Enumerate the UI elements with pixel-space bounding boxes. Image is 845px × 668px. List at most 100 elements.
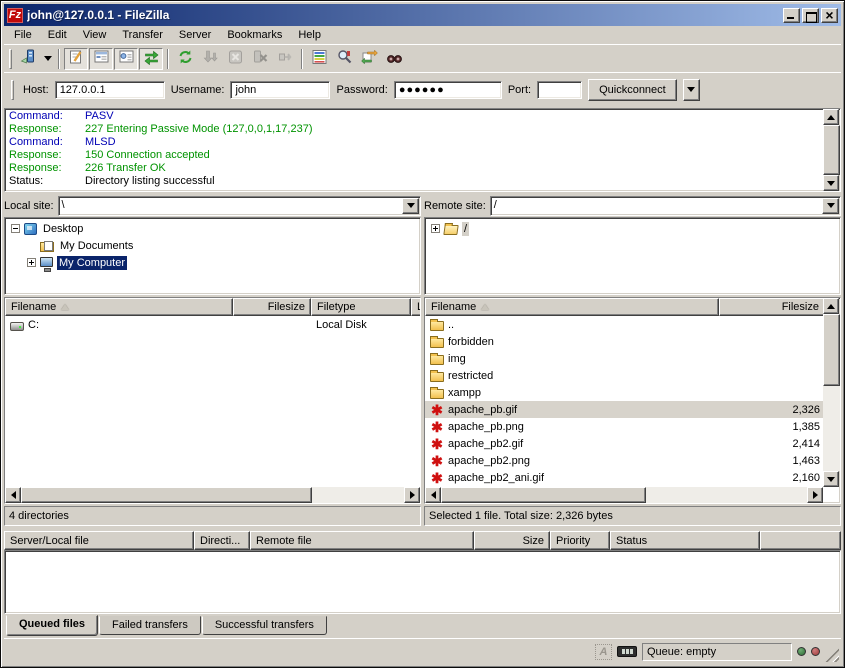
file-row[interactable]: .. — [425, 316, 823, 333]
directory-comparison-button[interactable] — [307, 48, 331, 70]
tab-queued-files[interactable]: Queued files — [6, 615, 98, 636]
toggle-local-tree-button[interactable] — [89, 48, 113, 70]
toggle-remote-tree-button[interactable] — [114, 48, 138, 70]
queue-tabs: Queued filesFailed transfersSuccessful t… — [4, 614, 841, 638]
column-header-filetype[interactable]: Filetype — [311, 298, 411, 316]
synchronized-browsing-button[interactable] — [357, 48, 381, 70]
menu-help[interactable]: Help — [290, 27, 329, 43]
scroll-left-button[interactable] — [5, 487, 21, 503]
file-name-cell: xampp — [425, 387, 719, 399]
filter-button[interactable] — [382, 48, 406, 70]
password-input[interactable] — [394, 81, 502, 99]
file-row[interactable]: xampp — [425, 384, 823, 401]
process-queue-button[interactable] — [198, 48, 222, 70]
tree-minus-toggle[interactable] — [11, 224, 20, 233]
queue-column-remote-file[interactable]: Remote file — [250, 531, 474, 550]
close-button[interactable] — [821, 8, 838, 23]
process-queue-icon — [202, 49, 219, 68]
local-horizontal-scrollbar[interactable] — [5, 487, 420, 503]
resize-grip[interactable] — [825, 648, 839, 662]
password-label: Password: — [336, 84, 387, 96]
log-line: Response:150 Connection accepted — [9, 149, 819, 162]
scroll-up-button[interactable] — [823, 298, 839, 314]
queue-column-priority[interactable]: Priority — [550, 531, 610, 550]
scroll-up-button[interactable] — [823, 109, 839, 125]
queue-column-status[interactable]: Status — [610, 531, 760, 550]
menu-transfer[interactable]: Transfer — [114, 27, 171, 43]
remote-horizontal-scrollbar[interactable] — [425, 487, 823, 503]
log-vertical-scrollbar[interactable] — [823, 109, 840, 191]
local-site-combobox[interactable]: \ — [58, 196, 421, 216]
file-row[interactable]: restricted — [425, 367, 823, 384]
quickconnect-bar: Host: Username: Password: Port: Quickcon… — [4, 72, 841, 106]
tab-failed-transfers[interactable]: Failed transfers — [99, 616, 201, 635]
tree-item[interactable]: My Computer — [7, 254, 418, 271]
scroll-right-button[interactable] — [807, 487, 823, 503]
toggle-message-log-button[interactable] — [64, 48, 88, 70]
column-header-filesize[interactable]: Filesize — [719, 298, 823, 316]
file-row[interactable]: C:Local Disk — [5, 316, 420, 333]
log-line-text: PASV — [85, 110, 114, 123]
tab-successful-transfers[interactable]: Successful transfers — [202, 616, 327, 635]
queue-column-server-local-file[interactable]: Server/Local file — [4, 531, 194, 550]
queue-column-size[interactable]: Size — [474, 531, 550, 550]
quickconnect-dropdown-button[interactable] — [683, 79, 700, 101]
file-row[interactable]: ✱apache_pb.png1,385 — [425, 418, 823, 435]
menu-file[interactable]: File — [6, 27, 40, 43]
username-input[interactable] — [230, 81, 330, 99]
drive-icon — [10, 322, 24, 331]
site-manager-icon — [20, 49, 37, 68]
tree-item-label: My Documents — [58, 239, 135, 253]
disconnect-button[interactable] — [248, 48, 272, 70]
remote-site-combobox[interactable]: / — [490, 196, 841, 216]
host-input[interactable] — [55, 81, 165, 99]
refresh-button[interactable] — [173, 48, 197, 70]
tree-item[interactable]: Desktop — [7, 220, 418, 237]
file-size-cell: 1,385 — [719, 421, 823, 433]
reconnect-button[interactable] — [273, 48, 297, 70]
quickconnect-button[interactable]: Quickconnect — [588, 79, 677, 101]
port-input[interactable] — [537, 81, 582, 99]
menu-bookmarks[interactable]: Bookmarks — [219, 27, 290, 43]
menu-edit[interactable]: Edit — [40, 27, 75, 43]
minimize-button[interactable] — [783, 8, 800, 23]
scroll-down-button[interactable] — [823, 175, 839, 191]
directory-comparison-icon — [311, 49, 328, 68]
tree-plus-toggle[interactable] — [27, 258, 36, 267]
sort-ascending-icon — [61, 304, 69, 310]
file-row[interactable]: ✱apache_pb.gif2,326 — [425, 401, 823, 418]
scroll-down-button[interactable] — [823, 471, 839, 487]
menu-view[interactable]: View — [75, 27, 115, 43]
maximize-button[interactable] — [802, 8, 819, 23]
find-files-button[interactable] — [332, 48, 356, 70]
scroll-left-button[interactable] — [425, 487, 441, 503]
tree-item[interactable]: / — [427, 220, 838, 237]
file-row[interactable]: ✱apache_pb2_ani.gif2,160 — [425, 469, 823, 486]
tree-plus-toggle[interactable] — [431, 224, 440, 233]
file-row[interactable]: img — [425, 350, 823, 367]
file-row[interactable]: forbidden — [425, 333, 823, 350]
toggle-queue-button[interactable] — [139, 48, 163, 70]
scroll-right-button[interactable] — [404, 487, 420, 503]
menu-server[interactable]: Server — [171, 27, 219, 43]
remote-vertical-scrollbar[interactable] — [823, 298, 840, 487]
file-row[interactable]: ✱apache_pb2.gif2,414 — [425, 435, 823, 452]
tree-item-label: / — [462, 222, 469, 236]
remote-site-dropdown-button[interactable] — [822, 198, 839, 214]
tree-item[interactable]: My Documents — [7, 237, 418, 254]
column-header-filename[interactable]: Filename — [425, 298, 719, 316]
site-manager-button[interactable] — [16, 48, 40, 70]
column-header-filesize[interactable]: Filesize — [233, 298, 311, 316]
chevron-down-icon — [407, 203, 415, 208]
queue-column-directi-[interactable]: Directi... — [194, 531, 250, 550]
local-site-dropdown-button[interactable] — [402, 198, 419, 214]
cancel-button[interactable] — [223, 48, 247, 70]
column-header-label: Filename — [11, 301, 56, 313]
queue-column-filler — [760, 531, 841, 550]
queue-status-text: Queue: empty — [642, 643, 792, 661]
site-manager-dropdown-button[interactable] — [41, 48, 54, 70]
titlebar: Fz john@127.0.0.1 - FileZilla — [4, 4, 841, 26]
file-row[interactable]: ✱apache_pb2.png1,463 — [425, 452, 823, 469]
column-header-filename[interactable]: Filename — [5, 298, 233, 316]
column-header-l[interactable]: L — [411, 298, 420, 316]
